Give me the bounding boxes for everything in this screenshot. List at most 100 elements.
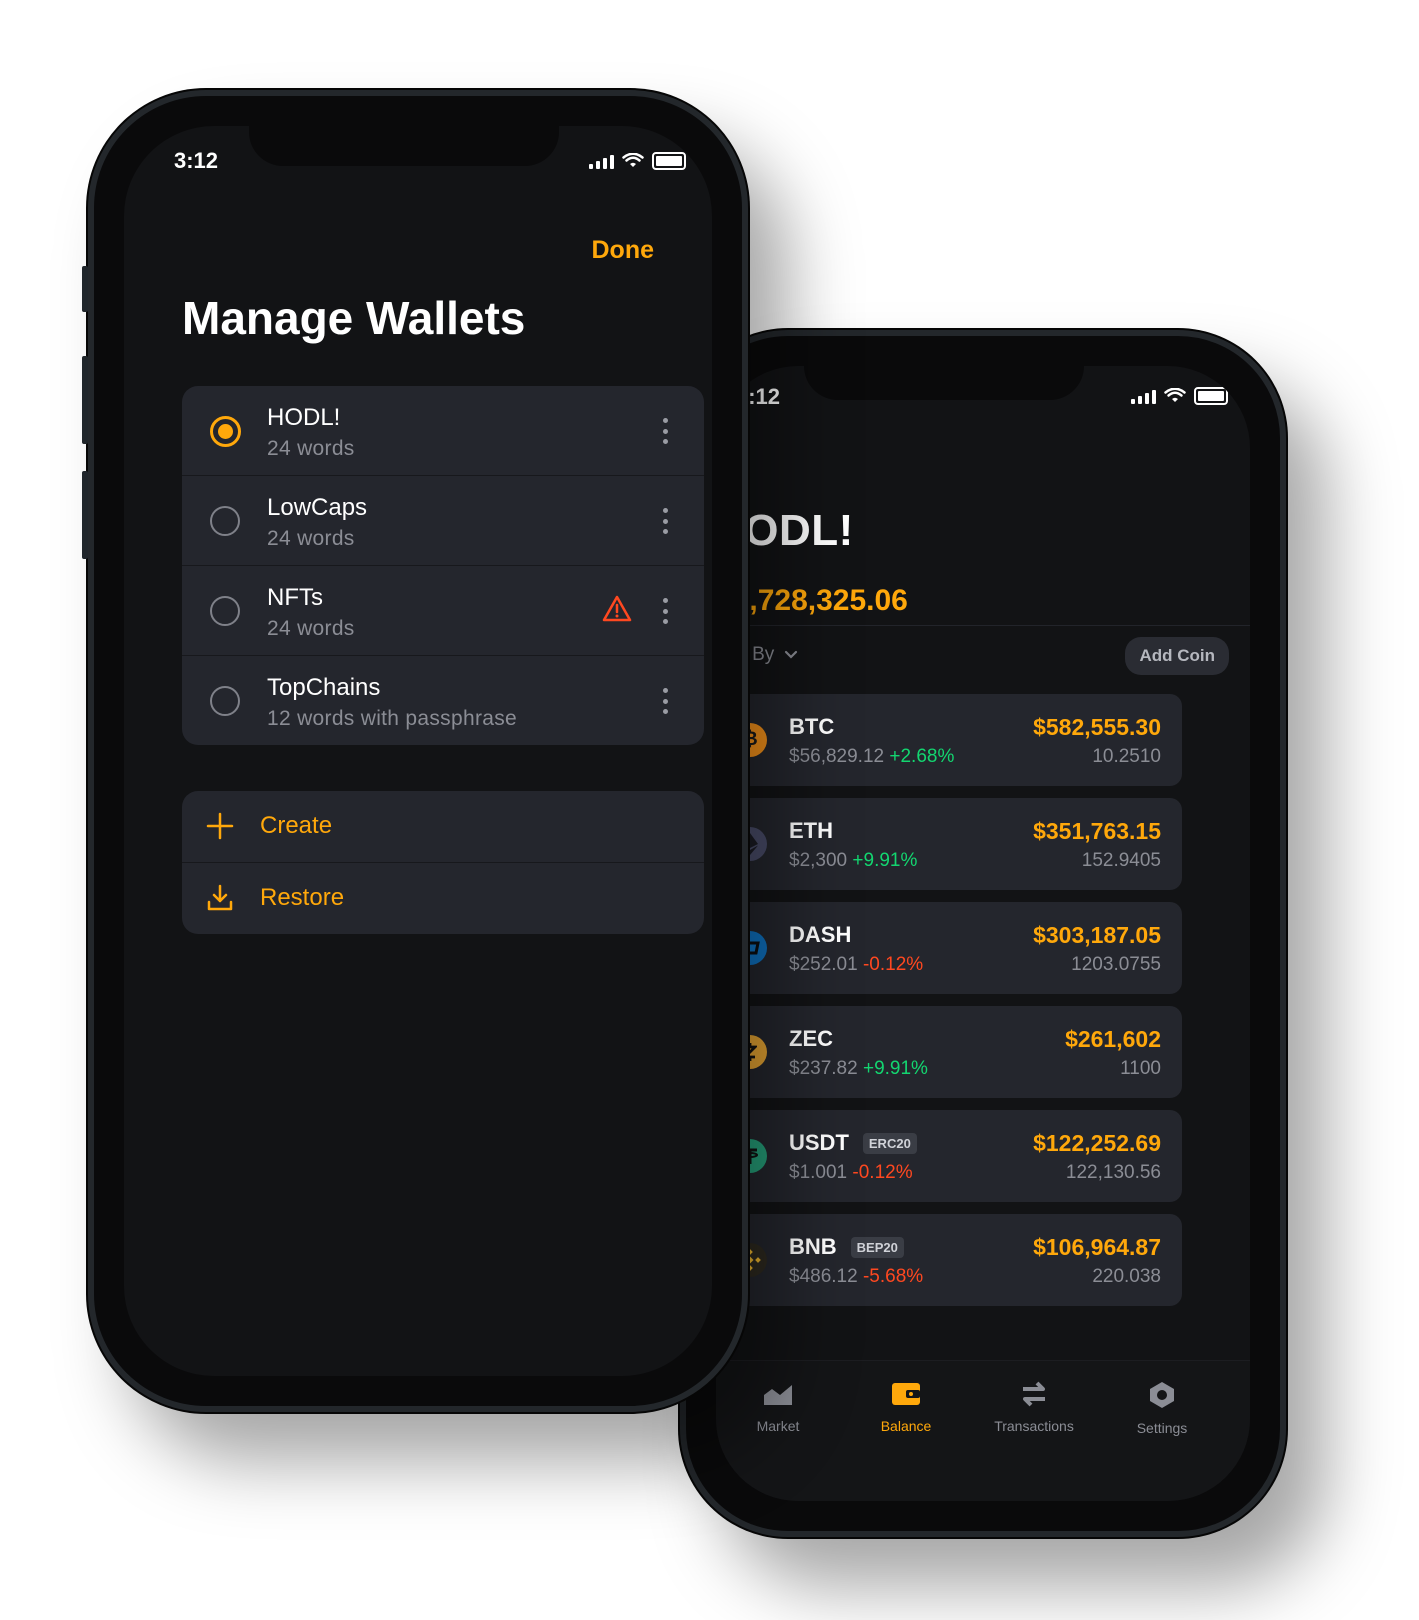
divider (716, 625, 1250, 626)
coin-symbol-row: BTC (789, 714, 834, 740)
add-coin-button[interactable]: Add Coin (1125, 637, 1229, 675)
signal-icon (1131, 388, 1156, 404)
wallet-subtitle: 24 words (267, 617, 355, 640)
coin-price: $252.01 (789, 954, 858, 975)
coin-symbol: DASH (789, 922, 852, 947)
coin-value: $106,964.87 (1033, 1234, 1161, 1260)
coin-price-row: $1.001 -0.12% (789, 1162, 913, 1184)
status-icons (1131, 387, 1228, 405)
coin-symbol: USDT (789, 1130, 849, 1155)
wallet-subtitle: 12 words with passphrase (267, 707, 517, 730)
coin-symbol-row: ZEC (789, 1026, 833, 1052)
coin-change: -0.12% (862, 954, 924, 975)
volume-up-button (82, 356, 88, 444)
coin-price: $2,300 (789, 850, 848, 871)
coin-price: $486.12 (789, 1266, 858, 1287)
coin-symbol: ETH (789, 818, 833, 843)
settings-gear-icon (1150, 1382, 1174, 1408)
tab-label: Balance (880, 1418, 932, 1434)
coin-price-row: $237.82 +9.91% (789, 1058, 928, 1080)
wallet-row-lowcaps[interactable]: LowCaps 24 words (182, 476, 704, 566)
notch (249, 126, 559, 166)
tab-balance[interactable]: Balance (842, 1381, 970, 1434)
balance-phone: 3:12 HODL! $1,728,325.06 Sort By (680, 330, 1286, 1537)
wallet-actions: Create Restore (182, 791, 704, 934)
wallet-subtitle: 24 words (267, 527, 355, 550)
warning-icon[interactable] (602, 595, 632, 628)
coin-amount: 152.9405 (1081, 850, 1161, 871)
radio-selected-icon[interactable] (210, 416, 241, 447)
create-wallet-button[interactable]: Create (182, 791, 704, 863)
more-options-icon[interactable] (662, 598, 668, 624)
coin-symbol-row: USDT ERC20 (789, 1130, 917, 1156)
coin-amount: 220.038 (1092, 1266, 1161, 1287)
coin-symbol-row: DASH (789, 922, 851, 948)
wallet-list: HODL! 24 words LowCaps 24 words NFTs 24 … (182, 386, 704, 745)
wallet-row-topchains[interactable]: TopChains 12 words with passphrase (182, 656, 704, 745)
market-chart-icon (763, 1382, 793, 1405)
coin-price-row: $56,829.12 +2.68% (789, 746, 954, 768)
coin-amount: 1100 (1120, 1058, 1161, 1079)
coin-card-btc[interactable]: ₿ BTC $56,829.12 +2.68% $582,555.30 10.2… (716, 694, 1182, 786)
radio-unselected-icon[interactable] (210, 686, 240, 716)
wallet-name: NFTs (267, 584, 323, 611)
token-standard-badge: ERC20 (862, 1132, 917, 1154)
coin-card-dash[interactable]: DASH $252.01 -0.12% $303,187.05 1203.075… (716, 902, 1182, 994)
coin-symbol: BNB (789, 1234, 837, 1259)
tab-label: Transactions (994, 1418, 1074, 1434)
wallet-row-hodl[interactable]: HODL! 24 words (182, 386, 704, 476)
more-options-icon[interactable] (662, 418, 668, 444)
download-icon (206, 884, 234, 917)
manage-wallets-screen: 3:12 Done Manage Wallets HODL! 24 words (124, 126, 712, 1376)
coin-symbol-row: BNB BEP20 (789, 1234, 904, 1260)
wallet-icon (892, 1383, 920, 1405)
page-title: Manage Wallets (182, 292, 526, 344)
coin-amount: 10.2510 (1092, 746, 1161, 767)
more-options-icon[interactable] (662, 688, 668, 714)
coin-card-zec[interactable]: ZEC $237.82 +9.91% $261,602 1100 (716, 1006, 1182, 1098)
coin-value: $351,763.15 (1033, 818, 1161, 844)
token-standard-badge: BEP20 (850, 1236, 904, 1258)
wallet-row-nfts[interactable]: NFTs 24 words (182, 566, 704, 656)
coin-symbol-row: ETH (789, 818, 833, 844)
radio-unselected-icon[interactable] (210, 596, 240, 626)
coin-value: $261,602 (1065, 1026, 1161, 1052)
coin-card-usdt[interactable]: USDT ERC20 $1.001 -0.12% $122,252.69 122… (716, 1110, 1182, 1202)
wallet-name: HODL! (267, 404, 341, 431)
create-label: Create (260, 812, 333, 839)
tab-label: Settings (1136, 1420, 1188, 1436)
coin-value: $303,187.05 (1033, 922, 1161, 948)
restore-wallet-button[interactable]: Restore (182, 863, 704, 934)
coin-change: -5.68% (862, 1266, 924, 1287)
coin-list: ₿ BTC $56,829.12 +2.68% $582,555.30 10.2… (716, 694, 1182, 1318)
coin-card-bnb[interactable]: BNB BEP20 $486.12 -5.68% $106,964.87 220… (716, 1214, 1182, 1306)
coin-price: $237.82 (789, 1058, 858, 1079)
coin-change: +9.91% (862, 1058, 928, 1079)
coin-amount: 122,130.56 (1065, 1162, 1161, 1183)
wallet-name: TopChains (267, 674, 381, 701)
coin-symbol: BTC (789, 714, 835, 739)
coin-card-eth[interactable]: ETH $2,300 +9.91% $351,763.15 152.9405 (716, 798, 1182, 890)
plus-icon (206, 812, 234, 845)
wifi-icon (622, 153, 644, 167)
signal-icon (589, 153, 614, 169)
status-time: 3:12 (174, 148, 219, 173)
swap-arrows-icon (1023, 1381, 1045, 1407)
balance-screen: 3:12 HODL! $1,728,325.06 Sort By (716, 366, 1250, 1501)
coin-change: -0.12% (852, 1162, 913, 1183)
coin-change: +2.68% (889, 746, 955, 767)
coin-price: $56,829.12 (789, 746, 885, 767)
done-button[interactable]: Done (592, 236, 655, 265)
coin-price-row: $486.12 -5.68% (789, 1266, 923, 1288)
coin-price-row: $252.01 -0.12% (789, 954, 923, 976)
radio-unselected-icon[interactable] (210, 506, 240, 536)
battery-icon (1194, 387, 1228, 405)
manage-wallets-phone: 3:12 Done Manage Wallets HODL! 24 words (82, 90, 748, 1412)
tab-settings[interactable]: Settings (1098, 1381, 1226, 1436)
wallet-name: LowCaps (267, 494, 368, 521)
more-options-icon[interactable] (662, 508, 668, 534)
tab-transactions[interactable]: Transactions (970, 1381, 1098, 1434)
battery-icon (652, 152, 686, 170)
tab-market[interactable]: Market (716, 1381, 842, 1434)
notch (804, 366, 1084, 400)
